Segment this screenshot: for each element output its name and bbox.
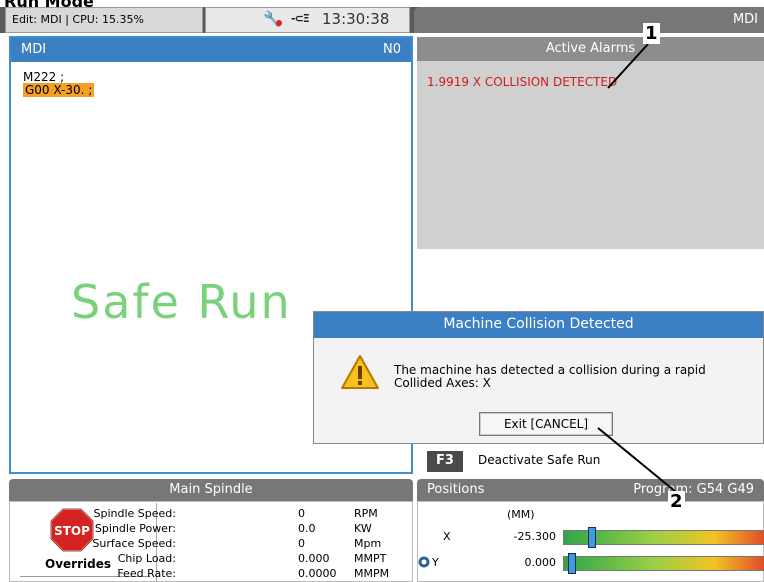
clock: 13:30:38 (322, 10, 390, 28)
code-line[interactable]: M222 ; (23, 70, 64, 84)
feed-rate-row: Feed Rate: 0.0000 MMPM (58, 566, 408, 581)
row-label: Chip Load: (117, 552, 176, 565)
mdi-panel-title: MDI (21, 42, 47, 57)
line-number: N0 (383, 42, 401, 57)
axis-x-label: X (443, 530, 451, 543)
mdi-panel-header: MDI N0 (11, 38, 411, 62)
axis-y-label: Y (432, 556, 439, 569)
axis-y-load-bar (563, 553, 764, 574)
key-icon: -⊂Ξ (291, 12, 310, 25)
positions-title: Positions (427, 482, 485, 497)
exit-cancel-button[interactable]: Exit [CANCEL] (479, 412, 613, 436)
row-label: Spindle Speed: (93, 507, 176, 520)
deactivate-safe-run-label: Deactivate Safe Run (478, 453, 601, 467)
mode-indicator: MDI (414, 7, 764, 33)
positions-header[interactable]: Positions Program: G54 G49 (417, 479, 764, 501)
row-unit: KW (354, 522, 372, 535)
program-offsets: Program: G54 G49 (633, 482, 754, 497)
home-icon (418, 556, 430, 568)
chip-load-row: Chip Load: 0.000 MMPT (58, 551, 408, 566)
axis-x-load-bar (563, 527, 764, 548)
axis-x-bar-marker (588, 527, 596, 548)
row-value: 0.0 (298, 522, 316, 535)
axis-y-value: 0.000 (524, 556, 557, 569)
collision-dialog: Machine Collision Detected The machine h… (313, 311, 764, 444)
row-unit: RPM (354, 507, 378, 520)
row-unit: MMPM (354, 567, 390, 580)
axis-y-bar-marker (568, 553, 576, 574)
surface-speed-row: Surface Speed: 0 Mpm (58, 536, 408, 551)
dialog-message: The machine has detected a collision dur… (394, 364, 706, 390)
active-alarms-header: Active Alarms (417, 37, 764, 61)
row-label: Spindle Power: (94, 522, 176, 535)
alarm-item[interactable]: 1.9919 X COLLISION DETECTED (427, 75, 617, 89)
warning-icon (341, 355, 379, 389)
row-label: Feed Rate: (117, 567, 176, 580)
units-label: (MM) (507, 508, 535, 521)
spindle-speed-row: Spindle Speed: 0 RPM (58, 506, 408, 521)
row-unit: Mpm (354, 537, 382, 550)
row-value: 0 (298, 537, 305, 550)
code-line-selected[interactable]: G00 X-30. ; (23, 83, 95, 97)
alert-dot-icon (276, 20, 282, 26)
edit-cpu-status: Edit: MDI | CPU: 15.35% (5, 7, 203, 33)
collided-axes-line: Collided Axes: X (394, 376, 491, 390)
safe-run-watermark: Safe Run (71, 275, 292, 329)
active-alarms-panel (417, 61, 764, 249)
row-label: Surface Speed: (92, 537, 176, 550)
row-value: 0 (298, 507, 305, 520)
dialog-title: Machine Collision Detected (314, 312, 763, 338)
row-value: 0.000 (298, 552, 330, 565)
row-value: 0.0000 (298, 567, 337, 580)
callout-number: 1 (643, 23, 660, 44)
axis-x-value: -25.300 (513, 530, 556, 543)
main-spindle-header: Main Spindle (9, 479, 413, 501)
spindle-power-row: Spindle Power: 0.0 KW (58, 521, 408, 536)
f3-key[interactable]: F3 (427, 451, 463, 472)
row-unit: MMPT (354, 552, 387, 565)
callout-number: 2 (668, 491, 685, 512)
